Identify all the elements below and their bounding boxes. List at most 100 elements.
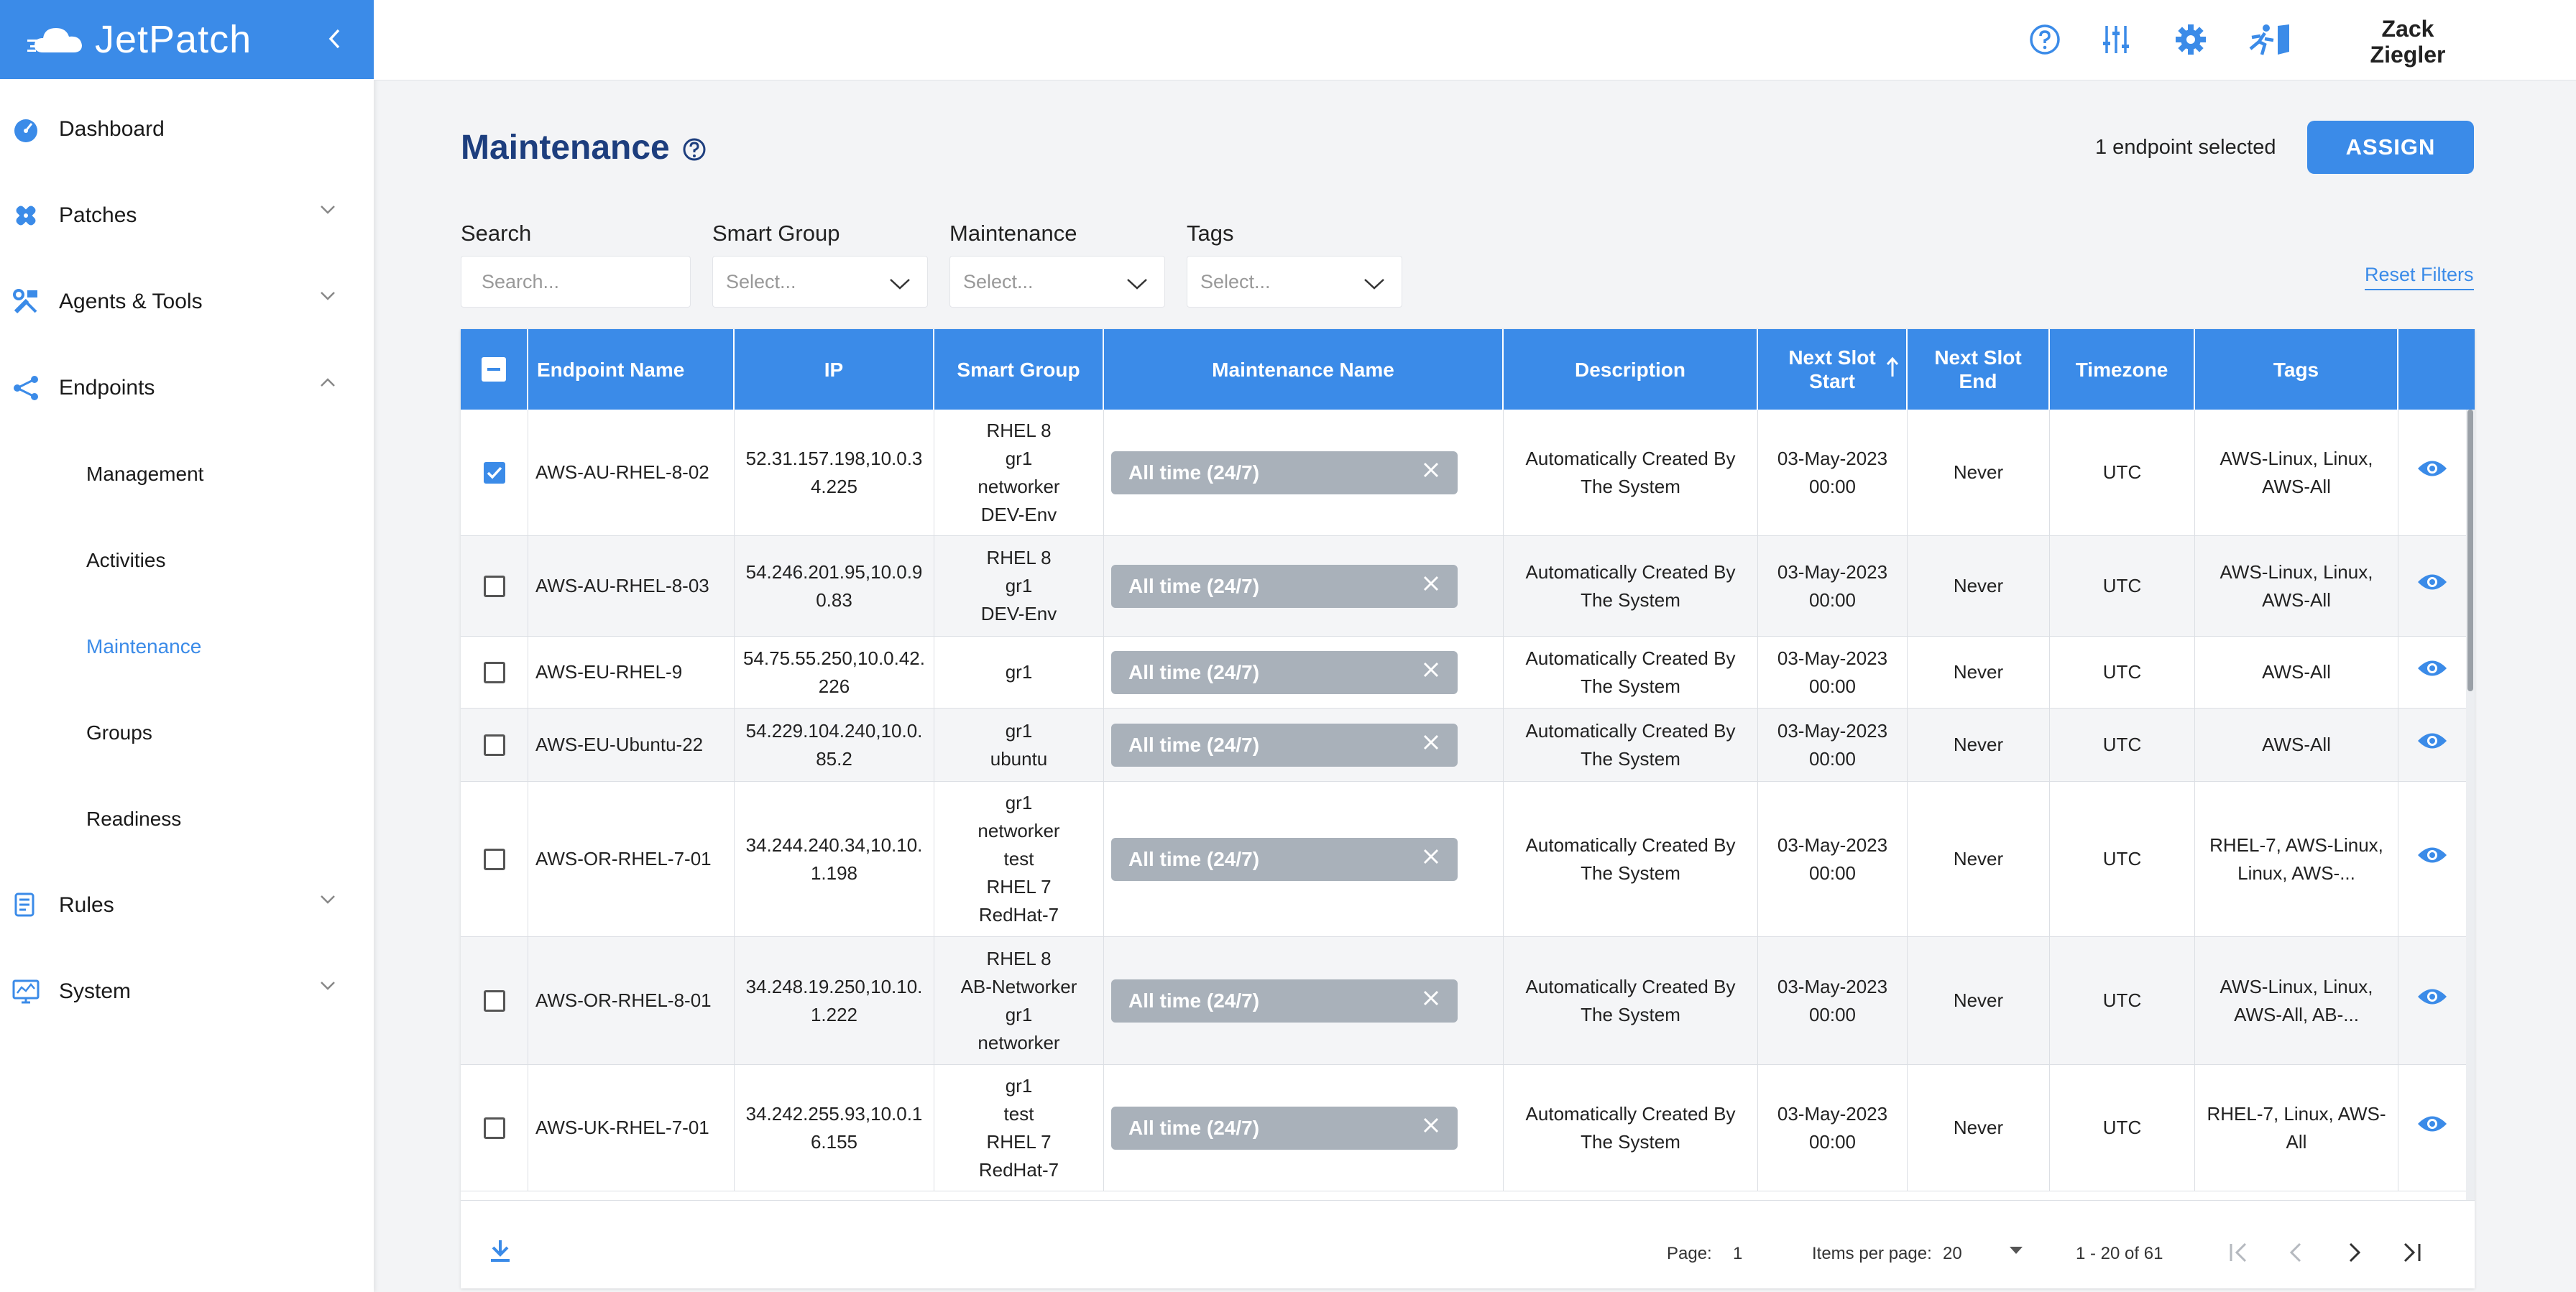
select-cell[interactable] — [461, 782, 528, 936]
sidebar-subitem-readiness[interactable]: Readiness — [0, 776, 374, 862]
sidebar-subitem-management[interactable]: Management — [0, 431, 374, 517]
header-next-slot-start[interactable]: Next Slot Start — [1758, 329, 1908, 410]
page-number-input[interactable]: 1 — [1733, 1244, 1742, 1264]
sidebar-item-patches[interactable]: Patches — [0, 172, 374, 259]
previous-page-icon[interactable] — [2279, 1235, 2314, 1270]
reset-filters-link[interactable]: Reset Filters — [2365, 264, 2474, 290]
search-input[interactable]: Search... — [461, 256, 691, 308]
help-icon[interactable] — [681, 137, 707, 166]
row-checkbox[interactable] — [483, 575, 505, 597]
smart-group-item: AB-Networker — [960, 975, 1077, 997]
view-eye-icon[interactable] — [2416, 1113, 2448, 1143]
row-checkbox[interactable] — [483, 734, 505, 756]
assign-button[interactable]: ASSIGN — [2307, 121, 2474, 174]
table-row[interactable]: AWS-OR-RHEL-7-01 34.244.240.34,10.10. 1.19… — [461, 782, 2466, 937]
next-slot-end-cell: Never — [1908, 637, 2050, 708]
view-eye-icon[interactable] — [2416, 986, 2448, 1015]
remove-maintenance-icon[interactable] — [1422, 845, 1440, 873]
table-scrollbar[interactable] — [2466, 410, 2475, 1200]
smart-group-cell: RHEL 8 AB-Networker gr1 networker — [934, 937, 1104, 1064]
help-icon[interactable] — [2027, 22, 2063, 57]
select-cell[interactable] — [461, 637, 528, 708]
header-ip[interactable]: IP — [735, 329, 934, 410]
sidebar-item-agents-tools[interactable]: Agents & Tools — [0, 259, 374, 345]
header-description[interactable]: Description — [1504, 329, 1758, 410]
next-page-icon[interactable] — [2337, 1235, 2371, 1270]
maintenance-cell: All time (24/7) — [1104, 410, 1504, 535]
remove-maintenance-icon[interactable] — [1422, 987, 1440, 1015]
table-row[interactable]: AWS-EU-Ubuntu-22 54.229.104.240,10.0. 85.2… — [461, 709, 2466, 782]
remove-maintenance-icon[interactable] — [1422, 572, 1440, 600]
header-endpoint-name[interactable]: Endpoint Name — [528, 329, 735, 410]
table-row[interactable]: AWS-UK-RHEL-7-01 34.242.255.93,10.0.1 6.15… — [461, 1065, 2466, 1191]
table-row[interactable]: AWS-AU-RHEL-8-03 54.246.201.95,10.0.9 0.83… — [461, 536, 2466, 637]
sliders-icon[interactable] — [2098, 22, 2134, 57]
collapse-sidebar-icon[interactable] — [321, 24, 349, 53]
last-page-icon[interactable] — [2394, 1235, 2429, 1270]
table-row[interactable]: AWS-AU-RHEL-8-02 52.31.157.198,10.0.3 4.22… — [461, 410, 2466, 536]
view-eye-icon[interactable] — [2416, 657, 2448, 687]
smart-group-cell: gr1 test RHEL 7 RedHat-7 — [934, 1065, 1104, 1191]
header-timezone[interactable]: Timezone — [2050, 329, 2195, 410]
user-name[interactable]: Zack Ziegler — [2358, 16, 2458, 68]
timezone-cell: UTC — [2050, 536, 2195, 636]
system-monitor-icon — [12, 977, 40, 1006]
sidebar-item-system[interactable]: System — [0, 949, 374, 1035]
header-select-all[interactable] — [461, 329, 528, 410]
sidebar-item-rules[interactable]: Rules — [0, 862, 374, 949]
sidebar-subitem-maintenance[interactable]: Maintenance — [0, 604, 374, 690]
tags-placeholder: Select... — [1200, 270, 1271, 292]
smart-group-item: RHEL 7 — [986, 876, 1052, 898]
remove-maintenance-icon[interactable] — [1422, 458, 1440, 486]
header-next-slot-end[interactable]: Next Slot End — [1908, 329, 2050, 410]
smart-group-item: gr1 — [1005, 719, 1033, 742]
select-cell[interactable] — [461, 536, 528, 636]
row-checkbox[interactable] — [483, 661, 505, 683]
sidebar-item-label: Agents & Tools — [59, 290, 203, 313]
sidebar-item-dashboard[interactable]: Dashboard — [0, 86, 374, 172]
description-cell: Automatically Created By The System — [1504, 709, 1758, 781]
tags-select[interactable]: Select... — [1187, 256, 1402, 308]
chevron-down-icon — [1126, 274, 1149, 296]
first-page-icon[interactable] — [2222, 1235, 2256, 1270]
dropdown-caret-icon[interactable] — [2008, 1245, 2024, 1259]
view-eye-icon[interactable] — [2416, 730, 2448, 760]
view-eye-icon[interactable] — [2416, 571, 2448, 601]
logout-icon[interactable] — [2245, 22, 2292, 57]
select-cell[interactable] — [461, 709, 528, 781]
header-tags[interactable]: Tags — [2195, 329, 2398, 410]
select-cell[interactable] — [461, 1065, 528, 1191]
view-eye-icon[interactable] — [2416, 458, 2448, 487]
select-cell[interactable] — [461, 937, 528, 1064]
select-cell[interactable] — [461, 410, 528, 535]
row-checkbox-checked[interactable] — [483, 461, 505, 484]
select-all-checkbox[interactable] — [482, 357, 506, 382]
view-eye-icon[interactable] — [2416, 844, 2448, 874]
sidebar-item-endpoints[interactable]: Endpoints — [0, 345, 374, 431]
maintenance-select[interactable]: Select... — [949, 256, 1165, 308]
chevron-down-icon — [888, 274, 911, 296]
remove-maintenance-icon[interactable] — [1422, 1114, 1440, 1142]
remove-maintenance-icon[interactable] — [1422, 658, 1440, 686]
remove-maintenance-icon[interactable] — [1422, 731, 1440, 759]
row-checkbox[interactable] — [483, 848, 505, 870]
items-per-page-select[interactable]: 20 — [1943, 1244, 1962, 1264]
row-checkbox[interactable] — [483, 989, 505, 1012]
timezone-cell: UTC — [2050, 410, 2195, 535]
next-slot-start-cell: 03-May-2023 00:00 — [1758, 637, 1908, 708]
next-slot-start-cell: 03-May-2023 00:00 — [1758, 1065, 1908, 1191]
header-smart-group[interactable]: Smart Group — [934, 329, 1104, 410]
gear-icon[interactable] — [2173, 22, 2209, 57]
table-row[interactable]: AWS-OR-RHEL-8-01 34.248.19.250,10.10. 1.22… — [461, 937, 2466, 1065]
sidebar-subitem-activities[interactable]: Activities — [0, 517, 374, 604]
smart-group-item: gr1 — [1005, 792, 1033, 813]
download-icon[interactable] — [488, 1238, 512, 1268]
tags-cell: RHEL-7, Linux, AWS- All — [2195, 1065, 2398, 1191]
row-checkbox[interactable] — [483, 1117, 505, 1139]
sidebar-subitem-groups[interactable]: Groups — [0, 690, 374, 776]
tags-line: All — [2286, 1130, 2307, 1153]
header-maintenance-name[interactable]: Maintenance Name — [1104, 329, 1504, 410]
scrollbar-thumb[interactable] — [2467, 410, 2473, 691]
table-row[interactable]: AWS-EU-RHEL-9 54.75.55.250,10.0.42. 226 gr1… — [461, 637, 2466, 709]
smart-group-select[interactable]: Select... — [712, 256, 928, 308]
